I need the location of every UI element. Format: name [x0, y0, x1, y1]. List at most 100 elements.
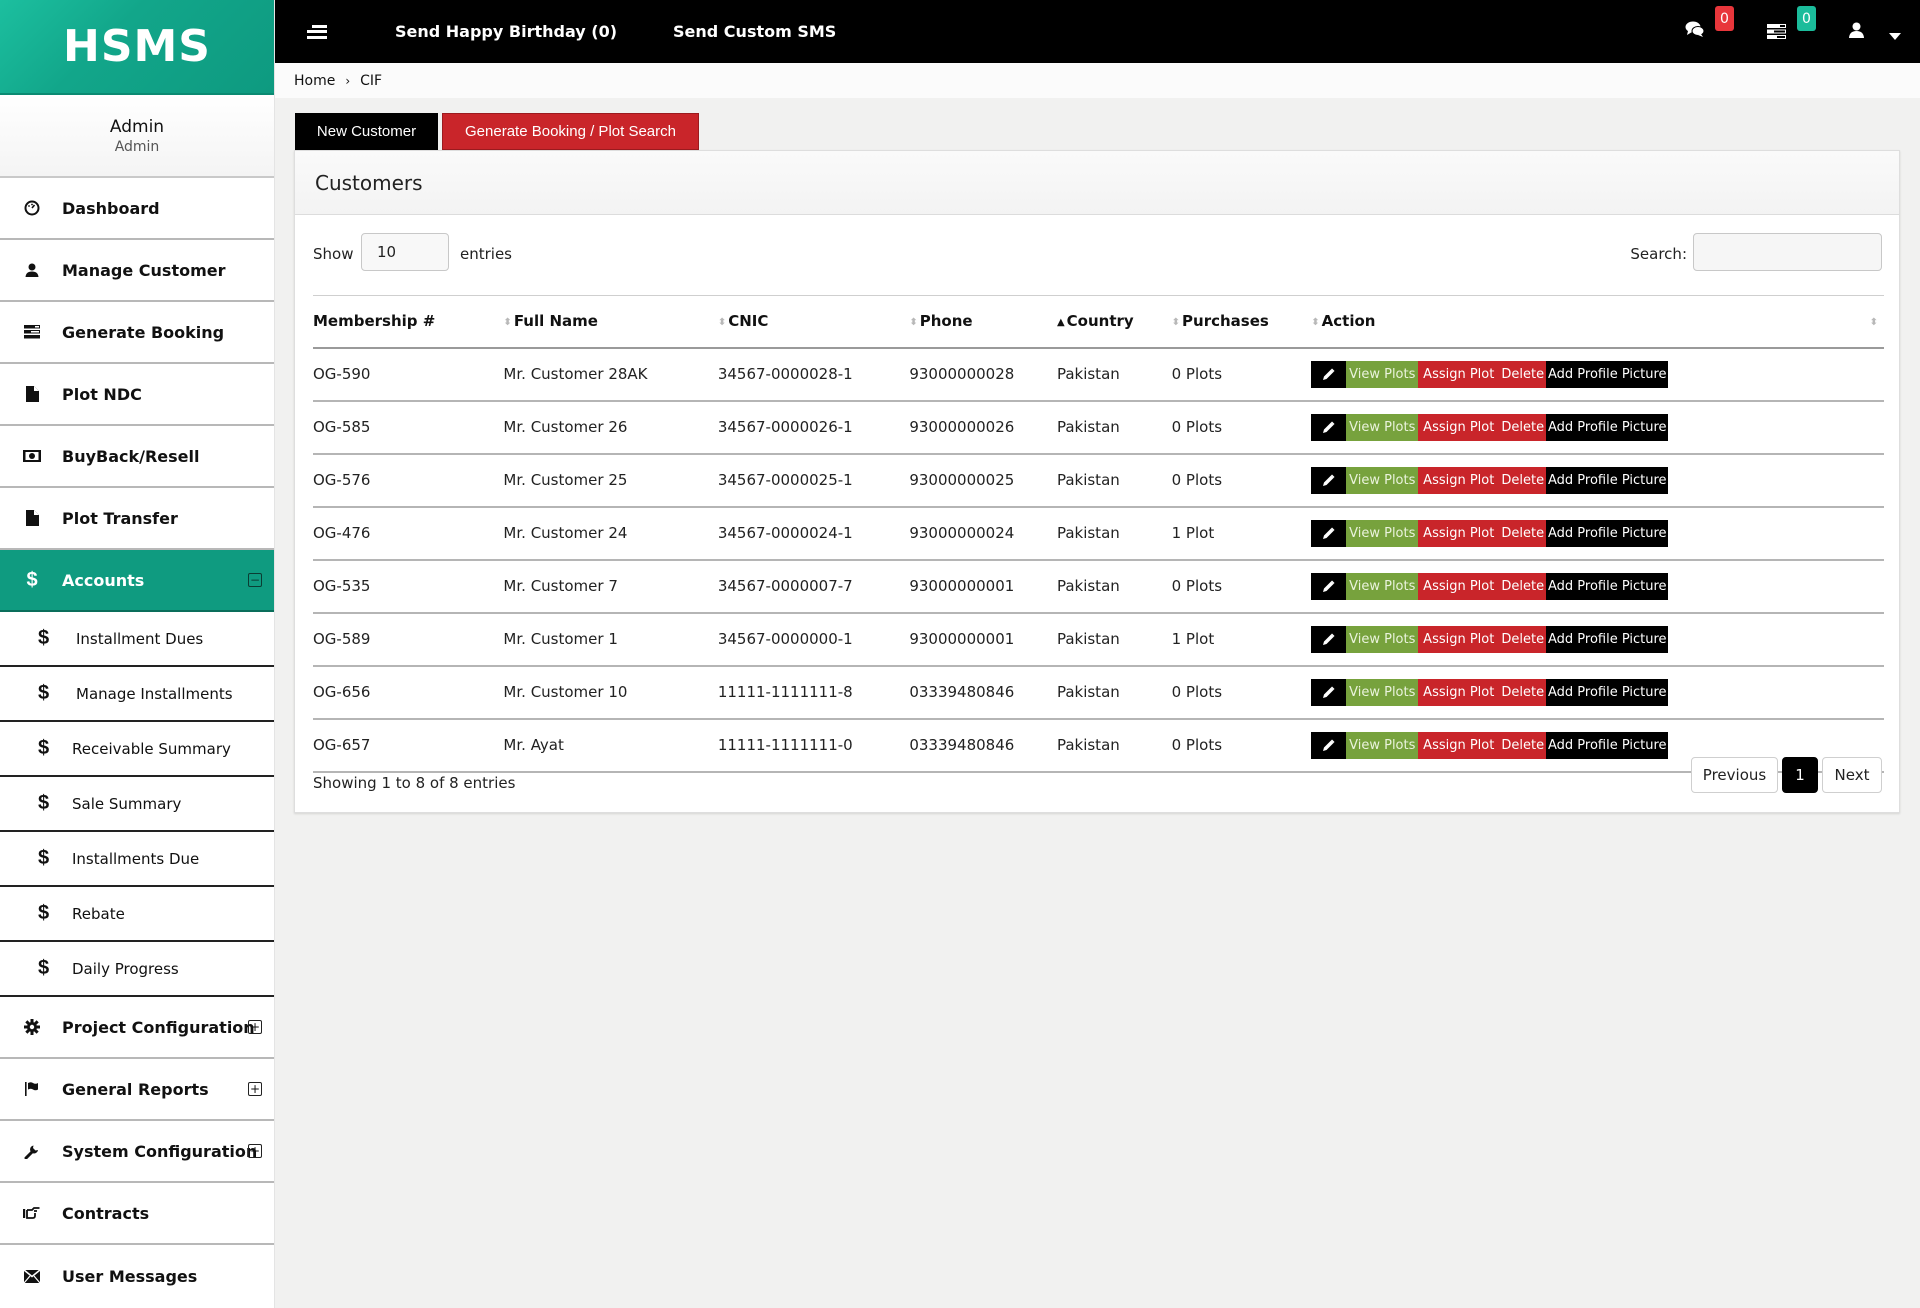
- collapse-icon[interactable]: −: [248, 573, 262, 587]
- sidebar-subitem-manage-installments[interactable]: $ Manage Installments: [0, 667, 274, 722]
- column-header-phone[interactable]: ⬍ Phone: [909, 295, 1057, 349]
- sidebar-item-system-configuration[interactable]: System Configuration +: [0, 1121, 274, 1183]
- app-logo[interactable]: HSMS: [0, 0, 274, 95]
- table-body: OG-590 Mr. Customer 28AK 34567-0000028-1…: [313, 347, 1884, 773]
- add-profile-picture-button[interactable]: Add Profile Picture: [1546, 625, 1669, 653]
- sidebar-item-plot-ndc[interactable]: Plot NDC: [0, 364, 274, 426]
- edit-button[interactable]: [1311, 413, 1347, 441]
- sidebar-item-project-configuration[interactable]: Project Configuration +: [0, 997, 274, 1059]
- assign-plot-button[interactable]: Assign Plot: [1418, 413, 1500, 441]
- assign-plot-button[interactable]: Assign Plot: [1418, 678, 1500, 706]
- search-input[interactable]: [1693, 233, 1882, 271]
- page-1-button[interactable]: 1: [1782, 757, 1818, 793]
- sidebar-item-plot-transfer[interactable]: Plot Transfer: [0, 488, 274, 550]
- add-profile-picture-button[interactable]: Add Profile Picture: [1546, 519, 1669, 547]
- next-page-button[interactable]: Next: [1822, 757, 1882, 793]
- sidebar-subitem-sale-summary[interactable]: $ Sale Summary: [0, 777, 274, 832]
- sidebar-subitem-daily-progress[interactable]: $ Daily Progress: [0, 942, 274, 997]
- expand-icon[interactable]: +: [248, 1144, 262, 1158]
- column-header-membership[interactable]: Membership #: [313, 295, 504, 349]
- delete-button[interactable]: Delete: [1499, 519, 1547, 547]
- assign-plot-button[interactable]: Assign Plot: [1418, 519, 1500, 547]
- user-icon[interactable]: [1849, 22, 1864, 42]
- action-button-group: View Plots Assign Plot Delete Add Profil…: [1311, 360, 1669, 388]
- assign-plot-button[interactable]: Assign Plot: [1418, 731, 1500, 759]
- column-header-action[interactable]: ⬍ Action: [1311, 295, 1870, 349]
- assign-plot-button[interactable]: Assign Plot: [1418, 625, 1500, 653]
- column-header-extra[interactable]: ⬍: [1869, 295, 1884, 349]
- sidebar-item-user-messages[interactable]: User Messages: [0, 1245, 274, 1307]
- sidebar-item-manage-customer[interactable]: Manage Customer: [0, 240, 274, 302]
- delete-button[interactable]: Delete: [1499, 572, 1547, 600]
- page-length-select[interactable]: 10: [361, 233, 449, 271]
- add-profile-picture-button[interactable]: Add Profile Picture: [1546, 678, 1669, 706]
- new-customer-button[interactable]: New Customer: [295, 113, 438, 150]
- sidebar-item-generate-booking[interactable]: Generate Booking: [0, 302, 274, 364]
- delete-button[interactable]: Delete: [1499, 625, 1547, 653]
- delete-button[interactable]: Delete: [1499, 360, 1547, 388]
- cell-phone: 93000000001: [909, 559, 1057, 614]
- expand-icon[interactable]: +: [248, 1020, 262, 1034]
- dollar-icon: $: [38, 627, 50, 649]
- delete-button[interactable]: Delete: [1499, 466, 1547, 494]
- column-header-full-name[interactable]: ⬍ Full Name: [503, 295, 718, 349]
- sidebar-subitem-installments-due[interactable]: $ Installments Due: [0, 832, 274, 887]
- expand-icon[interactable]: +: [248, 1082, 262, 1096]
- assign-plot-button[interactable]: Assign Plot: [1418, 466, 1500, 494]
- column-header-purchases[interactable]: ⬍ Purchases: [1171, 295, 1312, 349]
- add-profile-picture-button[interactable]: Add Profile Picture: [1546, 413, 1669, 441]
- column-header-country[interactable]: ▲ Country: [1056, 295, 1172, 349]
- previous-page-button[interactable]: Previous: [1691, 757, 1778, 793]
- sidebar-item-buyback-resell[interactable]: BuyBack/Resell: [0, 426, 274, 488]
- cell-cnic: 34567-0000000-1: [717, 612, 910, 667]
- delete-button[interactable]: Delete: [1499, 678, 1547, 706]
- cell-country: Pakistan: [1056, 506, 1172, 561]
- send-custom-sms-link[interactable]: Send Custom SMS: [673, 22, 836, 41]
- cell-cnic: 11111-1111111-0: [717, 718, 910, 773]
- add-profile-picture-button[interactable]: Add Profile Picture: [1546, 466, 1669, 494]
- view-plots-button[interactable]: View Plots: [1346, 360, 1419, 388]
- sidebar-toggle-icon[interactable]: [307, 24, 327, 39]
- delete-button[interactable]: Delete: [1499, 413, 1547, 441]
- assign-plot-button[interactable]: Assign Plot: [1418, 360, 1500, 388]
- edit-button[interactable]: [1311, 466, 1347, 494]
- sidebar-item-contracts[interactable]: Contracts: [0, 1183, 274, 1245]
- edit-button[interactable]: [1311, 519, 1347, 547]
- view-plots-button[interactable]: View Plots: [1346, 678, 1419, 706]
- pencil-icon: [1323, 420, 1335, 433]
- sidebar-subitem-rebate[interactable]: $ Rebate: [0, 887, 274, 942]
- view-plots-button[interactable]: View Plots: [1346, 731, 1419, 759]
- sort-icon: ⬍: [1311, 317, 1320, 329]
- column-header-cnic[interactable]: ⬍ CNIC: [717, 295, 910, 349]
- add-profile-picture-button[interactable]: Add Profile Picture: [1546, 572, 1669, 600]
- edit-button[interactable]: [1311, 678, 1347, 706]
- add-profile-picture-button[interactable]: Add Profile Picture: [1546, 731, 1669, 759]
- edit-button[interactable]: [1311, 360, 1347, 388]
- tasks-icon[interactable]: [1767, 24, 1786, 43]
- cell-extra: [1869, 559, 1884, 614]
- delete-button[interactable]: Delete: [1499, 731, 1547, 759]
- edit-button[interactable]: [1311, 731, 1347, 759]
- view-plots-button[interactable]: View Plots: [1346, 625, 1419, 653]
- chevron-down-icon[interactable]: [1889, 28, 1901, 44]
- assign-plot-button[interactable]: Assign Plot: [1418, 572, 1500, 600]
- view-plots-button[interactable]: View Plots: [1346, 572, 1419, 600]
- sidebar-item-dashboard[interactable]: Dashboard: [0, 178, 274, 240]
- view-plots-button[interactable]: View Plots: [1346, 413, 1419, 441]
- edit-button[interactable]: [1311, 625, 1347, 653]
- cell-country: Pakistan: [1056, 665, 1172, 720]
- cell-country: Pakistan: [1056, 453, 1172, 508]
- pencil-icon: [1323, 738, 1335, 751]
- breadcrumb-home[interactable]: Home: [294, 73, 335, 89]
- sidebar-item-accounts[interactable]: $ Accounts −: [0, 550, 274, 612]
- view-plots-button[interactable]: View Plots: [1346, 466, 1419, 494]
- add-profile-picture-button[interactable]: Add Profile Picture: [1546, 360, 1669, 388]
- send-happy-birthday-link[interactable]: Send Happy Birthday (0): [395, 22, 617, 41]
- sidebar-subitem-receivable-summary[interactable]: $ Receivable Summary: [0, 722, 274, 777]
- edit-button[interactable]: [1311, 572, 1347, 600]
- view-plots-button[interactable]: View Plots: [1346, 519, 1419, 547]
- comments-icon[interactable]: [1685, 21, 1705, 42]
- generate-booking-button[interactable]: Generate Booking / Plot Search: [442, 113, 699, 150]
- sidebar-item-general-reports[interactable]: General Reports +: [0, 1059, 274, 1121]
- sidebar-subitem-installment-dues[interactable]: $ Installment Dues: [0, 612, 274, 667]
